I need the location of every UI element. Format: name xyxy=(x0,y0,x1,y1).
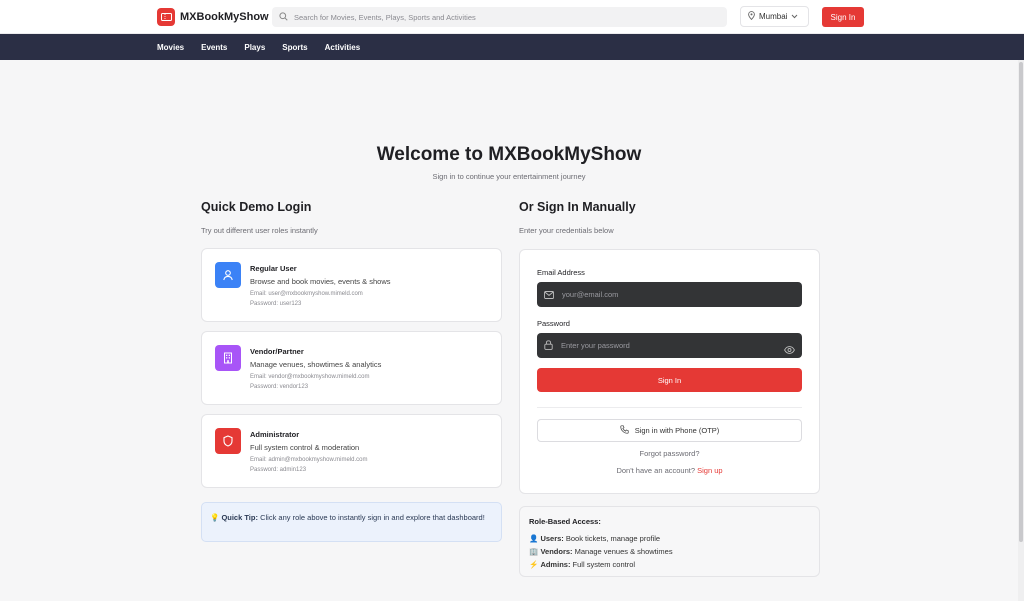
manual-signin-subtitle: Enter your credentials below xyxy=(519,226,614,235)
demo-card-vendor[interactable]: Vendor/Partner Manage venues, showtimes … xyxy=(201,331,502,405)
lightbulb-icon: 💡 xyxy=(210,513,220,522)
city-name: Mumbai xyxy=(759,12,788,21)
card-description: Full system control & moderation xyxy=(250,443,360,452)
search-placeholder: Search for Movies, Events, Plays, Sports… xyxy=(294,12,476,22)
signin-submit-button[interactable]: Sign In xyxy=(537,368,802,392)
role-label: Admins: xyxy=(540,560,571,569)
demo-card-user[interactable]: Regular User Browse and book movies, eve… xyxy=(201,248,502,322)
card-password: Password: admin123 xyxy=(250,467,307,473)
building-icon xyxy=(215,345,241,371)
nav-item-sports[interactable]: Sports xyxy=(282,43,307,52)
lock-icon xyxy=(544,337,553,355)
header-signin-button[interactable]: Sign In xyxy=(822,7,864,27)
demo-login-title: Quick Demo Login xyxy=(201,200,312,214)
nav-item-plays[interactable]: Plays xyxy=(244,43,265,52)
role-text: Book tickets, manage profile xyxy=(563,534,661,543)
nav-item-movies[interactable]: Movies xyxy=(157,43,184,52)
card-password: Password: user123 xyxy=(250,301,302,307)
role-line-admins: ⚡ Admins: Full system control xyxy=(529,558,810,571)
email-label: Email Address xyxy=(537,268,585,277)
chevron-down-icon xyxy=(791,12,798,21)
top-header: MXBookMyShow Search for Movies, Events, … xyxy=(0,0,1024,34)
card-description: Browse and book movies, events & shows xyxy=(250,277,391,286)
card-description: Manage venues, showtimes & analytics xyxy=(250,360,382,369)
shield-icon xyxy=(215,428,241,454)
password-label: Password xyxy=(537,319,570,328)
search-icon xyxy=(279,8,288,26)
user-icon xyxy=(215,262,241,288)
ticket-icon xyxy=(157,8,175,26)
page-title: Welcome to MXBookMyShow xyxy=(376,144,642,165)
page-subtitle: Sign in to continue your entertainment j… xyxy=(432,172,586,181)
signin-form: Email Address your@email.com Password En… xyxy=(519,249,820,494)
nav-item-events[interactable]: Events xyxy=(201,43,227,52)
manual-signin-title: Or Sign In Manually xyxy=(519,200,636,214)
role-label: Vendors: xyxy=(540,547,573,556)
nav-item-activities[interactable]: Activities xyxy=(325,43,361,52)
city-selector[interactable]: Mumbai xyxy=(740,6,809,27)
card-email: Email: admin@mxbookmyshow.mimeld.com xyxy=(250,457,368,463)
role-text: Full system control xyxy=(570,560,636,569)
demo-login-subtitle: Try out different user roles instantly xyxy=(201,226,318,235)
tip-label: Quick Tip: xyxy=(221,513,258,522)
role-line-users: 👤 Users: Book tickets, manage profile xyxy=(529,532,810,545)
card-title: Administrator xyxy=(250,430,300,439)
demo-card-admin[interactable]: Administrator Full system control & mode… xyxy=(201,414,502,488)
mail-icon xyxy=(544,286,554,304)
role-line-vendors: 🏢 Vendors: Manage venues & showtimes xyxy=(529,545,810,558)
password-placeholder: Enter your password xyxy=(561,341,630,350)
search-input[interactable]: Search for Movies, Events, Plays, Sports… xyxy=(272,7,727,27)
role-access-box: Role-Based Access: 👤 Users: Book tickets… xyxy=(519,506,820,577)
tip-text: Click any role above to instantly sign i… xyxy=(257,513,485,522)
forgot-password-link[interactable]: Forgot password? xyxy=(520,449,819,458)
lightning-emoji-icon: ⚡ xyxy=(529,560,539,569)
brand-name: MXBookMyShow xyxy=(180,11,269,23)
user-emoji-icon: 👤 xyxy=(529,534,539,543)
email-field[interactable]: your@email.com xyxy=(537,282,802,307)
otp-signin-button[interactable]: Sign in with Phone (OTP) xyxy=(537,419,802,442)
email-placeholder: your@email.com xyxy=(562,290,619,299)
location-pin-icon xyxy=(748,11,755,22)
quick-tip-box: 💡 Quick Tip: Click any role above to ins… xyxy=(201,502,502,542)
card-email: Email: user@mxbookmyshow.mimeld.com xyxy=(250,291,363,297)
form-divider xyxy=(537,407,802,408)
card-email: Email: vendor@mxbookmyshow.mimeld.com xyxy=(250,374,370,380)
signup-row: Don't have an account? Sign up xyxy=(520,466,819,475)
category-nav: Movies Events Plays Sports Activities xyxy=(0,34,1024,60)
otp-label: Sign in with Phone (OTP) xyxy=(634,426,720,435)
role-access-title: Role-Based Access: xyxy=(529,517,601,526)
signup-link[interactable]: Sign up xyxy=(697,466,722,475)
card-title: Regular User xyxy=(250,264,297,273)
no-account-text: Don't have an account? xyxy=(616,466,696,475)
scrollbar-thumb[interactable] xyxy=(1019,62,1023,542)
eye-icon[interactable] xyxy=(784,341,795,359)
role-label: Users: xyxy=(540,534,564,543)
role-text: Manage venues & showtimes xyxy=(572,547,673,556)
brand-logo[interactable]: MXBookMyShow xyxy=(157,8,269,26)
card-title: Vendor/Partner xyxy=(250,347,304,356)
phone-icon xyxy=(620,425,629,436)
card-password: Password: vendor123 xyxy=(250,384,309,390)
building-emoji-icon: 🏢 xyxy=(529,547,539,556)
password-field[interactable]: Enter your password xyxy=(537,333,802,358)
